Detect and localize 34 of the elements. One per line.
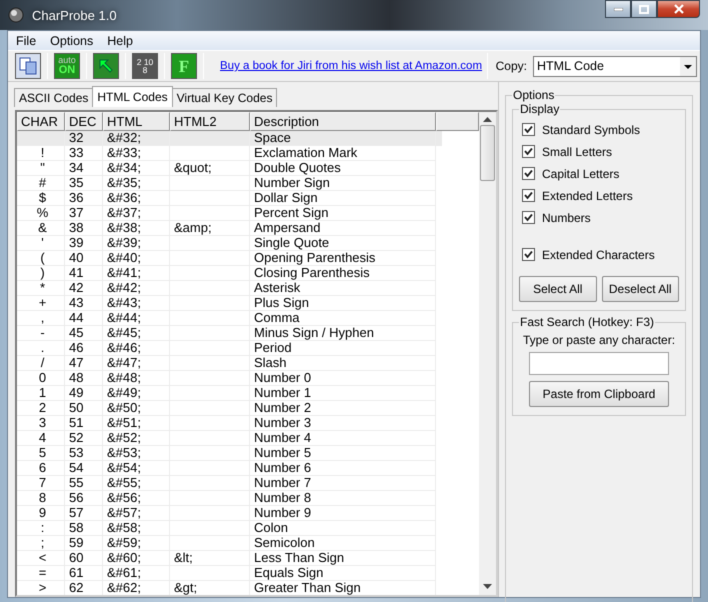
checkbox-label: Extended Letters [542,188,633,202]
menu-item[interactable]: Help [101,34,139,48]
table-cell: &gt; [170,581,250,595]
column-header[interactable]: DEC [65,112,103,131]
column-header[interactable]: HTML [103,112,170,131]
checkbox-label: Extended Characters [542,248,655,262]
table-cell: Greater Than Sign [250,581,436,595]
checkbox-label: Standard Symbols [542,122,640,136]
checkbox-label: Capital Letters [542,166,620,180]
tab[interactable]: HTML Codes [92,86,173,107]
column-header[interactable]: CHAR [17,112,65,131]
copy-format-dropdown[interactable]: HTML Code [533,56,697,76]
column-header[interactable]: HTML2 [170,112,250,131]
table-cell: > [17,581,65,595]
group-title: Options [512,88,556,102]
menu-item[interactable]: Options [44,34,100,48]
tab[interactable]: Virtual Key Codes [172,88,278,107]
group-title: Fast Search (Hotkey: F3) [519,315,656,329]
option-button[interactable]: Select All [519,276,596,302]
number-base-button[interactable]: 2 10 8 [132,53,158,79]
column-header[interactable]: Description [250,112,436,131]
option-button[interactable]: Deselect All [602,276,679,302]
checkbox-label: Numbers [542,210,591,224]
table-cell: 62 [65,581,103,595]
paste-button[interactable]: Paste from Clipboard [529,381,669,407]
wish-list-link[interactable]: Buy a book for Jiri from his wish list at Amazon.com [220,60,487,72]
search-prompt: Type or paste any character: [522,333,676,347]
checkbox-label: Small Letters [542,144,612,158]
tab[interactable]: ASCII Codes [14,88,94,107]
group-title: Display [519,102,560,116]
copy-label: Copy: [496,59,527,73]
table-cell: &#62; [103,581,170,595]
menu-item[interactable]: File [10,34,42,48]
window-title: CharProbe 1.0 [32,8,118,22]
